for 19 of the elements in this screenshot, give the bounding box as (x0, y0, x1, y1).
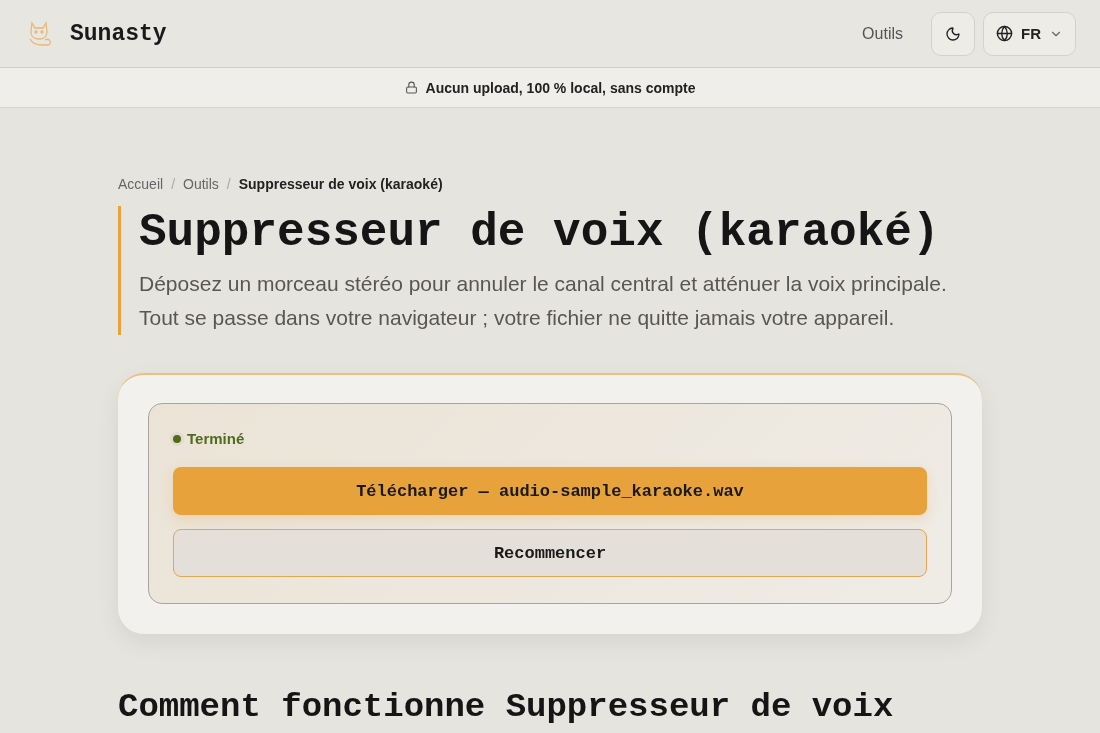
theme-toggle-button[interactable] (931, 11, 975, 56)
moon-icon (945, 25, 961, 42)
breadcrumb-link[interactable]: Suppresseur de voix (karaoké) (238, 176, 443, 192)
breadcrumb-link[interactable]: Outils (183, 176, 219, 192)
banner-text: Aucun upload, 100 % local, sans compte (425, 79, 696, 96)
restart-button[interactable]: Recommencer (173, 529, 927, 578)
page-description: Déposez un morceau stéréo pour annuler le canal central et atténuer la voix principale. Tout se passe dans votre navigateur ; votre fichier ne quitte jamais votre appareil. (139, 271, 948, 332)
breadcrumb-separator: / (226, 176, 231, 192)
lock-icon (404, 81, 418, 94)
download-button[interactable]: Télécharger — audio-sample_karaoke.wav (173, 467, 927, 516)
language-button[interactable]: FR (983, 11, 1076, 56)
nav-link[interactable]: Outils (862, 24, 903, 43)
section-heading: Comment fonctionne Suppresseur de voix (118, 688, 895, 727)
page-title: Suppresseur de voix (karaoké) (139, 206, 941, 261)
breadcrumb-separator: / (171, 176, 176, 192)
status-text: Terminé (187, 430, 245, 448)
breadcrumb-link[interactable]: Accueil (118, 176, 164, 192)
brand-name[interactable]: Sunasty (70, 20, 167, 47)
globe-icon (996, 25, 1013, 42)
